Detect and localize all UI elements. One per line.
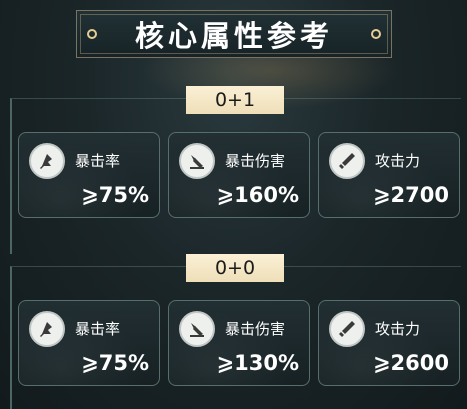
stat-label: 暴击率 bbox=[75, 320, 121, 338]
stat-card-crit-rate: 暴击率 ⩾75% bbox=[18, 132, 160, 218]
crit-damage-icon bbox=[179, 311, 215, 347]
ornament-left-icon bbox=[87, 29, 97, 39]
stat-value: ⩾2600 bbox=[372, 351, 449, 375]
stat-card-crit-damage: 暴击伤害 ⩾130% bbox=[168, 300, 310, 386]
attack-icon bbox=[329, 311, 365, 347]
section-0-plus-1: 0+1 暴击率 ⩾75% 暴击伤害 ⩾160% 攻击力 ⩾2700 bbox=[10, 86, 461, 254]
crit-rate-icon bbox=[29, 143, 65, 179]
stat-value: ⩾75% bbox=[81, 183, 149, 207]
stat-label: 攻击力 bbox=[375, 152, 421, 170]
ornament-right-icon bbox=[371, 29, 381, 39]
stat-label: 暴击伤害 bbox=[225, 152, 286, 170]
attack-icon bbox=[329, 143, 365, 179]
stat-card-attack: 攻击力 ⩾2700 bbox=[318, 132, 460, 218]
stat-cards: 暴击率 ⩾75% 暴击伤害 ⩾130% 攻击力 ⩾2600 bbox=[18, 300, 460, 386]
stat-card-crit-rate: 暴击率 ⩾75% bbox=[18, 300, 160, 386]
stat-value: ⩾2700 bbox=[372, 183, 449, 207]
crit-rate-icon bbox=[29, 311, 65, 347]
stat-label: 暴击伤害 bbox=[225, 320, 286, 338]
stat-label: 暴击率 bbox=[75, 152, 121, 170]
stat-label: 攻击力 bbox=[375, 320, 421, 338]
stat-value: ⩾75% bbox=[81, 351, 149, 375]
section-0-plus-0: 0+0 暴击率 ⩾75% 暴击伤害 ⩾130% 攻击力 ⩾2600 bbox=[10, 254, 461, 409]
constellation-badge: 0+1 bbox=[186, 86, 284, 114]
stat-value: ⩾130% bbox=[216, 351, 299, 375]
stat-cards: 暴击率 ⩾75% 暴击伤害 ⩾160% 攻击力 ⩾2700 bbox=[18, 132, 460, 218]
title-banner: 核心属性参考 bbox=[76, 10, 392, 58]
page-title: 核心属性参考 bbox=[134, 19, 333, 53]
constellation-badge: 0+0 bbox=[186, 254, 284, 282]
stat-card-attack: 攻击力 ⩾2600 bbox=[318, 300, 460, 386]
crit-damage-icon bbox=[179, 143, 215, 179]
stat-value: ⩾160% bbox=[216, 183, 299, 207]
stat-card-crit-damage: 暴击伤害 ⩾160% bbox=[168, 132, 310, 218]
